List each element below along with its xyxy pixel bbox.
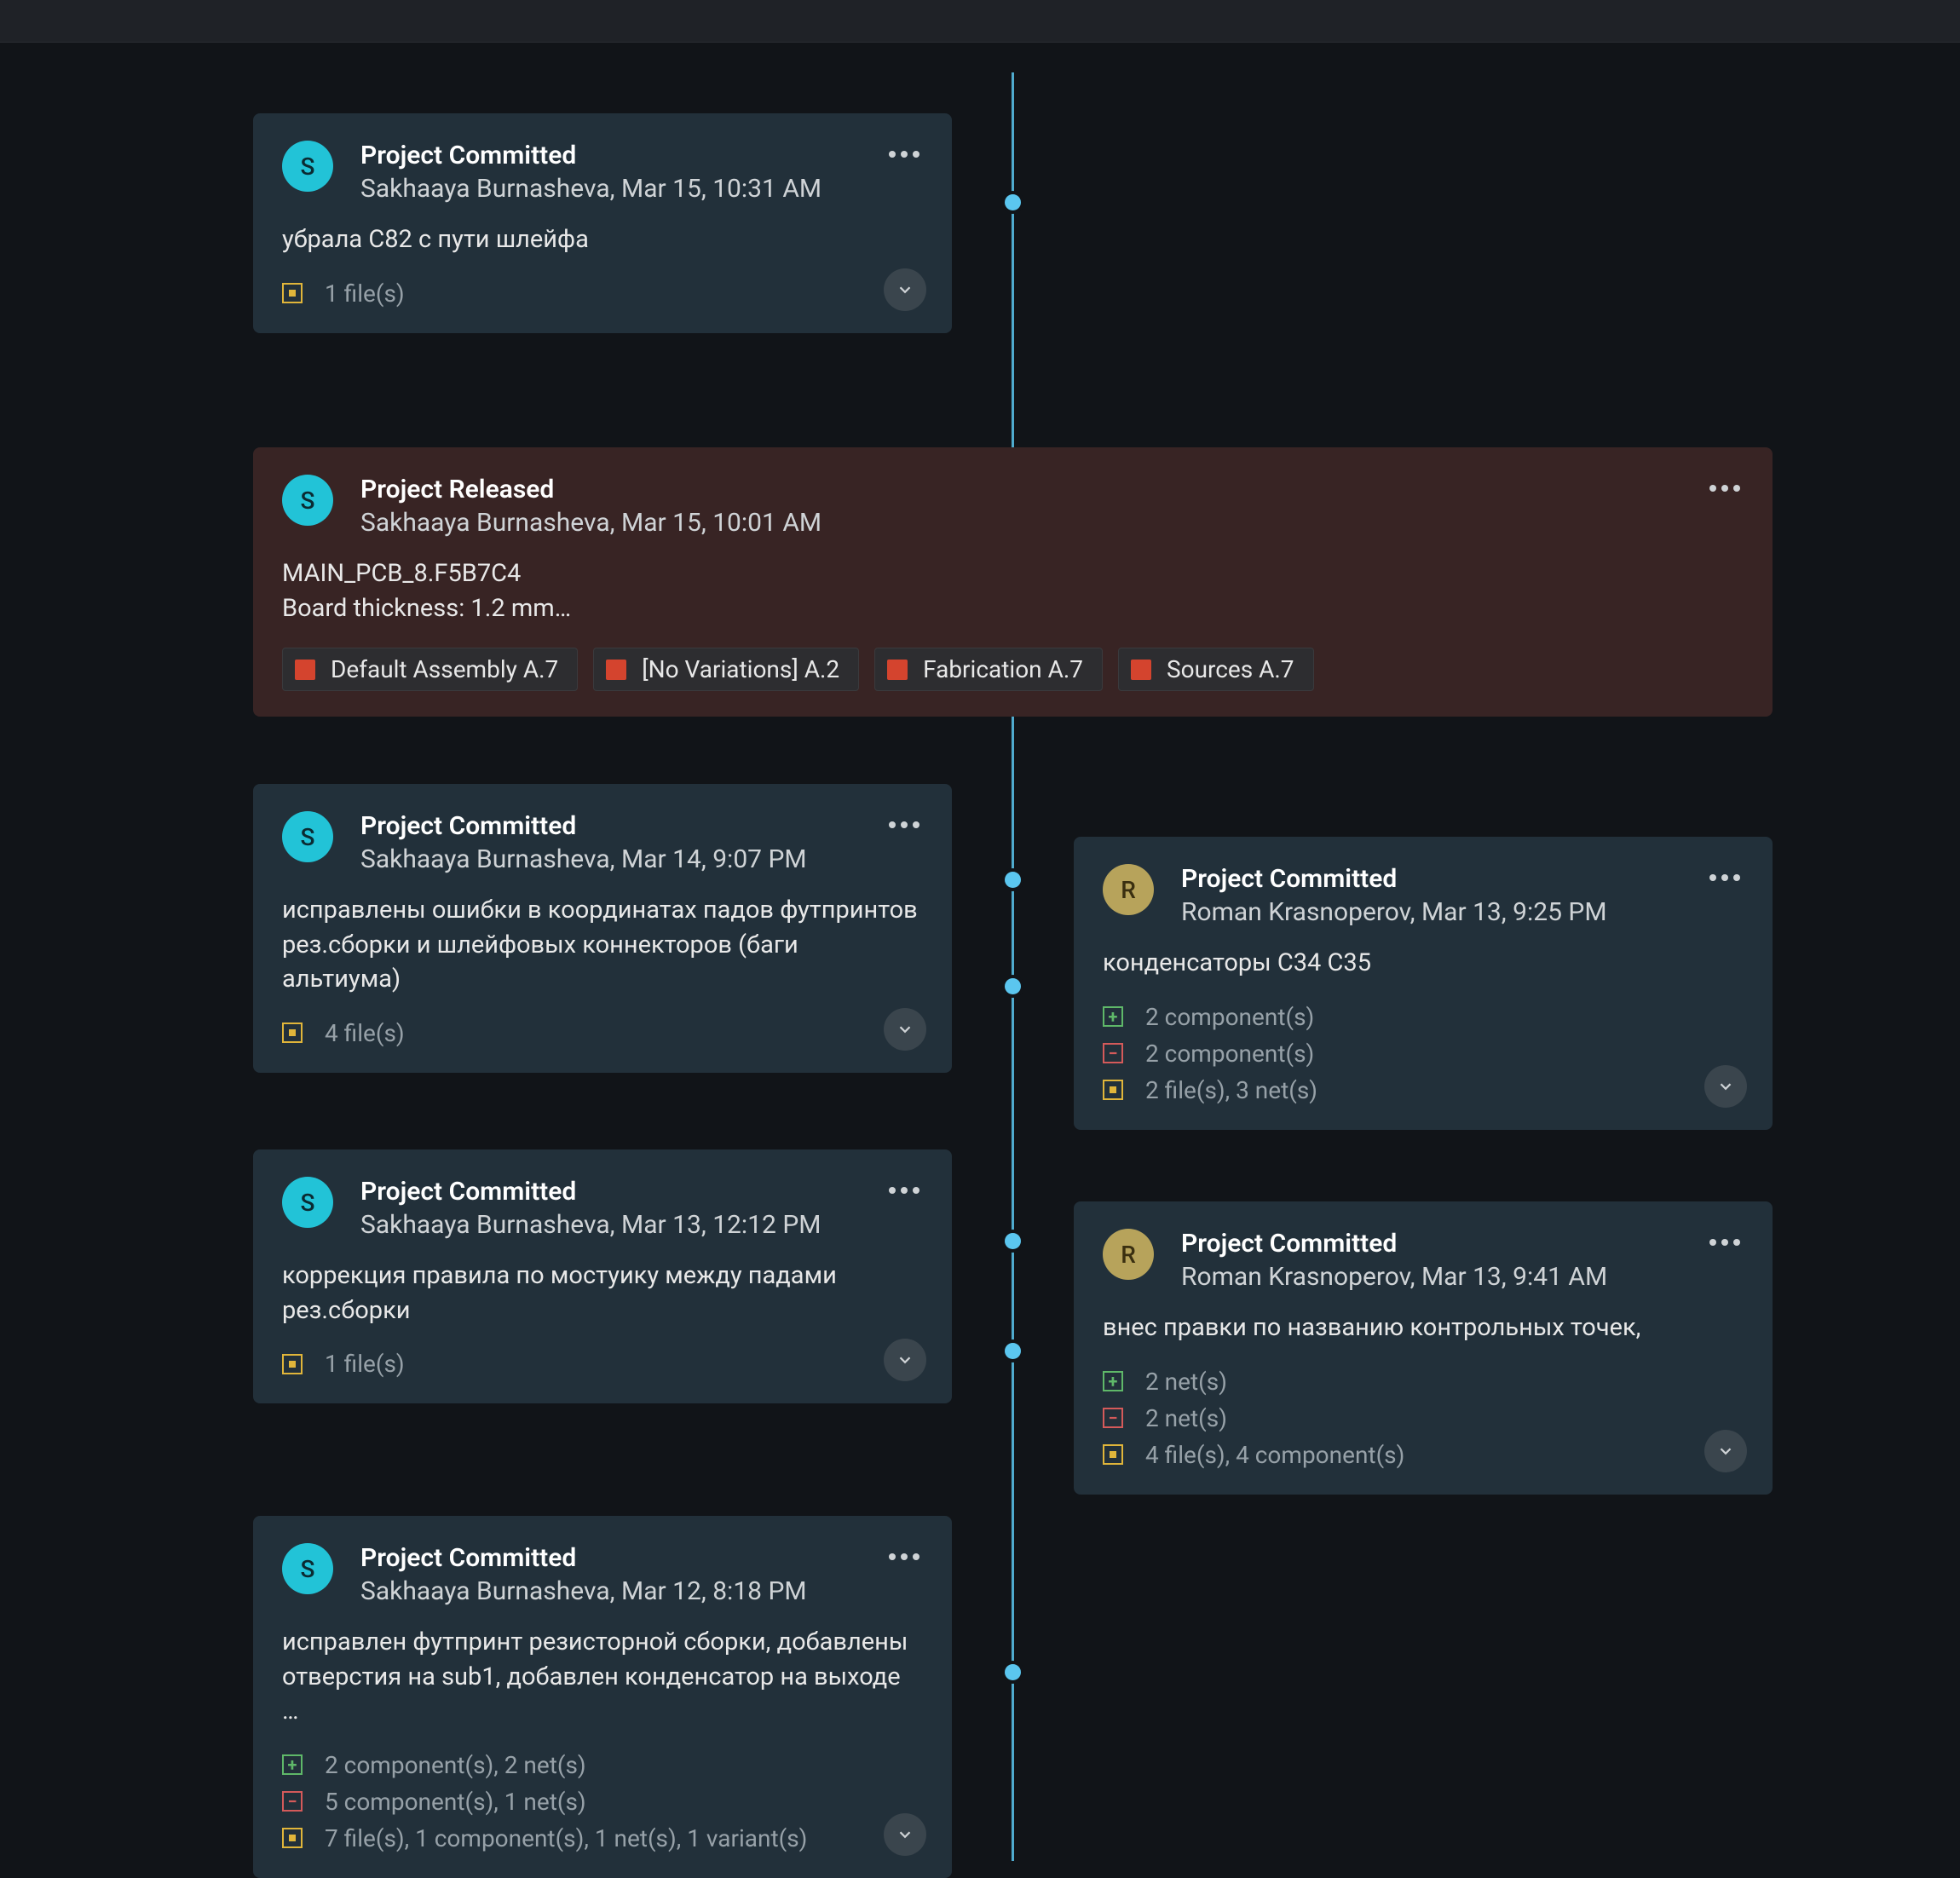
timeline-dot — [1005, 872, 1021, 888]
stat-text: 1 file(s) — [325, 1350, 405, 1378]
removed-icon — [1103, 1043, 1123, 1063]
avatar: S — [282, 1177, 333, 1228]
stat-text: 2 component(s) — [1145, 1040, 1314, 1068]
commit-message: исправлены ошибки в координатах падов фу… — [282, 893, 923, 997]
timeline-dot — [1005, 1343, 1021, 1359]
added-icon — [282, 1754, 303, 1775]
avatar: R — [1103, 864, 1154, 915]
timeline-dot — [1005, 978, 1021, 994]
expand-button[interactable] — [884, 1339, 926, 1381]
stat-text: 2 component(s), 2 net(s) — [325, 1751, 586, 1779]
card-byline: Sakhaaya Burnasheva, Mar 15, 10:31 AM — [360, 174, 923, 204]
commit-message: конденсаторы C34 C35 — [1103, 946, 1744, 981]
stats-block: 1 file(s) — [282, 279, 923, 308]
card-byline: Sakhaaya Burnasheva, Mar 12, 8:18 PM — [360, 1576, 923, 1606]
tag-label: [No Variations] A.2 — [642, 655, 839, 683]
commit-card[interactable]: S Project Committed Sakhaaya Burnasheva,… — [253, 1149, 952, 1403]
card-title: Project Committed — [360, 1177, 923, 1207]
stat-text: 5 component(s), 1 net(s) — [325, 1788, 586, 1816]
stat-text: 4 file(s), 4 component(s) — [1145, 1441, 1404, 1469]
release-tag[interactable]: Sources A.7 — [1118, 648, 1314, 691]
timeline-dot — [1005, 1233, 1021, 1249]
modified-icon — [1103, 1444, 1123, 1465]
avatar: R — [1103, 1229, 1154, 1280]
release-tag[interactable]: Default Assembly A.7 — [282, 648, 578, 691]
release-message: MAIN_PCB_8.F5B7C4 Board thickness: 1.2 m… — [282, 556, 1744, 625]
expand-button[interactable] — [884, 1813, 926, 1856]
commit-message: внес правки по названию контрольных точе… — [1103, 1311, 1744, 1345]
card-byline: Roman Krasnoperov, Mar 13, 9:25 PM — [1181, 897, 1744, 927]
removed-icon — [1103, 1408, 1123, 1428]
tag-label: Fabrication A.7 — [923, 655, 1083, 683]
card-byline: Roman Krasnoperov, Mar 13, 9:41 AM — [1181, 1262, 1744, 1292]
more-icon[interactable] — [880, 1540, 928, 1574]
commit-message: исправлен футпринт резисторной сборки, д… — [282, 1625, 923, 1729]
stat-text: 2 component(s) — [1145, 1003, 1314, 1031]
stats-block: 2 net(s) 2 net(s) 4 file(s), 4 component… — [1103, 1368, 1744, 1469]
expand-button[interactable] — [1704, 1065, 1747, 1108]
card-byline: Sakhaaya Burnasheva, Mar 13, 12:12 PM — [360, 1210, 923, 1240]
more-icon[interactable] — [1701, 1225, 1749, 1259]
stat-text: 1 file(s) — [325, 279, 405, 308]
card-title: Project Released — [360, 475, 1744, 504]
timeline-dot — [1005, 194, 1021, 210]
added-icon — [1103, 1006, 1123, 1027]
expand-button[interactable] — [884, 268, 926, 311]
expand-button[interactable] — [884, 1008, 926, 1051]
release-tag[interactable]: Fabrication A.7 — [874, 648, 1103, 691]
modified-icon — [282, 283, 303, 303]
card-title: Project Committed — [360, 1543, 923, 1573]
commit-card[interactable]: S Project Committed Sakhaaya Burnasheva,… — [253, 784, 952, 1073]
commit-message: убрала C82 с пути шлейфа — [282, 222, 923, 257]
commit-card[interactable]: S Project Committed Sakhaaya Burnasheva,… — [253, 1516, 952, 1878]
stats-block: 2 component(s) 2 component(s) 2 file(s),… — [1103, 1003, 1744, 1104]
card-title: Project Committed — [1181, 1229, 1744, 1259]
card-title: Project Committed — [360, 141, 923, 170]
release-tags: Default Assembly A.7 [No Variations] A.2… — [282, 648, 1744, 691]
stat-text: 2 net(s) — [1145, 1368, 1227, 1396]
commit-card[interactable]: R Project Committed Roman Krasnoperov, M… — [1074, 837, 1773, 1130]
more-icon[interactable] — [1701, 471, 1749, 505]
commit-card[interactable]: R Project Committed Roman Krasnoperov, M… — [1074, 1201, 1773, 1495]
timeline-dot — [1005, 1664, 1021, 1680]
more-icon[interactable] — [1701, 861, 1749, 895]
card-title: Project Committed — [1181, 864, 1744, 894]
stat-text: 7 file(s), 1 component(s), 1 net(s), 1 v… — [325, 1824, 807, 1852]
avatar: S — [282, 1543, 333, 1594]
card-title: Project Committed — [360, 811, 923, 841]
stats-block: 1 file(s) — [282, 1350, 923, 1378]
more-icon[interactable] — [880, 1173, 928, 1207]
release-card[interactable]: S Project Released Sakhaaya Burnasheva, … — [253, 447, 1773, 717]
modified-icon — [282, 1023, 303, 1043]
more-icon[interactable] — [880, 137, 928, 171]
timeline-axis — [1012, 72, 1014, 1861]
avatar: S — [282, 475, 333, 526]
stat-text: 2 net(s) — [1145, 1404, 1227, 1432]
release-tag[interactable]: [No Variations] A.2 — [593, 648, 859, 691]
stats-block: 2 component(s), 2 net(s) 5 component(s),… — [282, 1751, 923, 1852]
expand-button[interactable] — [1704, 1430, 1747, 1472]
commit-card[interactable]: S Project Committed Sakhaaya Burnasheva,… — [253, 113, 952, 333]
modified-icon — [282, 1354, 303, 1374]
modified-icon — [1103, 1080, 1123, 1100]
stat-text: 4 file(s) — [325, 1019, 405, 1047]
card-byline: Sakhaaya Burnasheva, Mar 15, 10:01 AM — [360, 508, 1744, 538]
timeline: S Project Committed Sakhaaya Burnasheva,… — [0, 72, 1960, 1861]
tag-label: Sources A.7 — [1167, 655, 1294, 683]
avatar: S — [282, 811, 333, 862]
more-icon[interactable] — [880, 808, 928, 842]
card-byline: Sakhaaya Burnasheva, Mar 14, 9:07 PM — [360, 844, 923, 874]
top-bar — [0, 0, 1960, 43]
tag-label: Default Assembly A.7 — [331, 655, 558, 683]
added-icon — [1103, 1371, 1123, 1391]
removed-icon — [282, 1791, 303, 1812]
stat-text: 2 file(s), 3 net(s) — [1145, 1076, 1317, 1104]
stats-block: 4 file(s) — [282, 1019, 923, 1047]
commit-message: коррекция правила по мостуику между пада… — [282, 1259, 923, 1328]
avatar: S — [282, 141, 333, 192]
modified-icon — [282, 1828, 303, 1848]
